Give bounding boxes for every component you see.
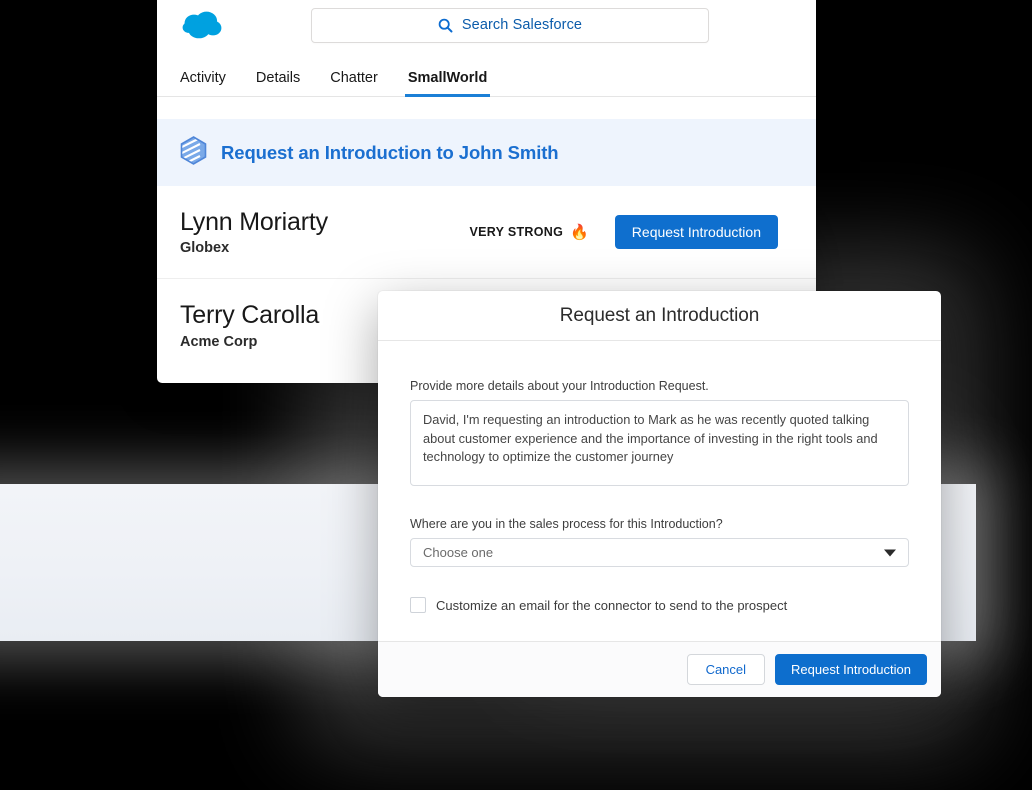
search-icon [438, 18, 453, 33]
record-tabs: Activity Details Chatter SmallWorld [157, 56, 816, 97]
contact-name: Lynn Moriarty [180, 207, 328, 236]
tab-chatter[interactable]: Chatter [330, 70, 378, 96]
field-spacer [410, 491, 909, 517]
tab-smallworld[interactable]: SmallWorld [404, 70, 490, 97]
details-textarea[interactable] [410, 400, 909, 486]
customize-email-label: Customize an email for the connector to … [436, 597, 788, 613]
tab-activity[interactable]: Activity [180, 70, 226, 96]
customize-email-row: Customize an email for the connector to … [410, 597, 909, 613]
tab-content-spacer [157, 97, 816, 119]
banner-title: Request an Introduction to John Smith [221, 141, 559, 163]
details-field-label: Provide more details about your Introduc… [410, 379, 709, 393]
relationship-strength-badge: VERY STRONG 🔥 [470, 225, 589, 240]
strength-label: VERY STRONG [469, 225, 564, 239]
cancel-button[interactable]: Cancel [686, 654, 766, 685]
modal-footer: Cancel Request Introduction [378, 641, 941, 697]
contact-row[interactable]: Lynn Moriarty Globex VERY STRONG 🔥 Reque… [157, 186, 816, 279]
sales-process-field-label: Where are you in the sales process for t… [410, 517, 723, 531]
chevron-down-icon [884, 549, 896, 556]
search-placeholder-text: Search Salesforce [461, 17, 583, 33]
sales-process-selected-value: Choose one [423, 545, 494, 560]
modal-header: Request an Introduction [378, 291, 941, 341]
submit-request-introduction-button[interactable]: Request Introduction [775, 654, 927, 685]
salesforce-global-header: Search Salesforce [157, 0, 816, 56]
modal-body: Provide more details about your Introduc… [378, 341, 941, 641]
request-introduction-modal: Request an Introduction Provide more det… [378, 291, 941, 697]
tab-details[interactable]: Details [256, 70, 300, 96]
modal-title: Request an Introduction [559, 304, 760, 326]
smallworld-hexagon-icon [180, 135, 207, 170]
request-introduction-button[interactable]: Request Introduction [614, 215, 778, 249]
sales-process-select[interactable]: Choose one [410, 538, 909, 567]
search-input[interactable]: Search Salesforce [311, 7, 709, 43]
fire-icon: 🔥 [570, 223, 589, 241]
introduction-banner: Request an Introduction to John Smith [157, 119, 816, 186]
field-spacer [410, 567, 909, 597]
screenshot-stage: Search Salesforce Activity Details Chatt… [0, 0, 1032, 790]
contact-company: Globex [180, 240, 230, 257]
customize-email-checkbox[interactable] [410, 597, 426, 613]
contact-identity: Lynn Moriarty Globex [180, 208, 470, 257]
salesforce-cloud-icon[interactable] [180, 8, 226, 42]
